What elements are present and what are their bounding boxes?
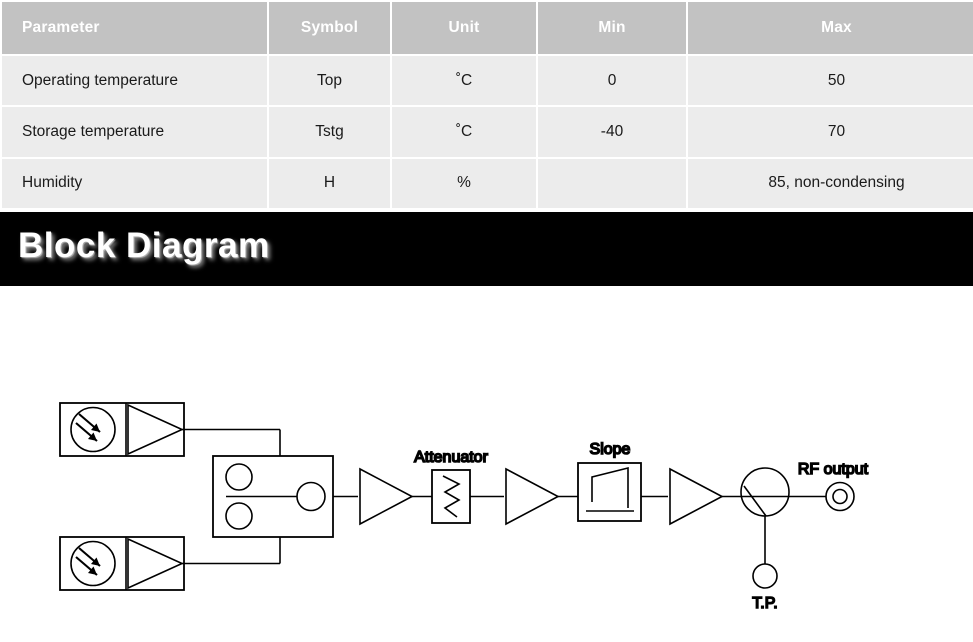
wire-upper-to-switch <box>182 428 281 456</box>
table-row: Storage temperature Tstg ˚C -40 70 <box>2 107 973 157</box>
attenuator-label: Attenuator <box>414 449 489 466</box>
block-diagram: Attenuator Slope RF output T.P. <box>0 286 973 642</box>
cell-min: -40 <box>538 107 686 157</box>
amplifier-3-icon <box>669 467 724 526</box>
connector-outer-circle-icon <box>825 481 855 512</box>
column-header-parameter: Parameter <box>2 2 267 54</box>
column-header-symbol: Symbol <box>269 2 390 54</box>
cell-unit: % <box>392 158 536 208</box>
table-row: Operating temperature Top ˚C 0 50 <box>2 56 973 106</box>
wire-lower-to-switch <box>182 537 281 565</box>
cell-parameter: Operating temperature <box>2 56 267 106</box>
slope-shape-icon <box>591 466 629 508</box>
connector-inner-circle-icon <box>832 488 848 505</box>
switch-contact-lower-icon <box>225 502 253 530</box>
column-header-max: Max <box>688 2 973 54</box>
block-diagram-svg: Attenuator Slope RF output T.P. <box>59 402 869 613</box>
switch-contact-upper-icon <box>225 463 253 491</box>
light-arrows-icon <box>75 413 101 442</box>
cell-min <box>538 158 686 208</box>
cell-unit: ˚C <box>392 107 536 157</box>
cell-parameter: Humidity <box>2 158 267 208</box>
photodetector-block-lower <box>59 536 185 591</box>
cell-symbol: H <box>269 158 390 208</box>
table-row: Humidity H % 85, non-condensing <box>2 158 973 208</box>
rf-output-connector <box>825 481 855 512</box>
amplifier-triangle-icon <box>127 403 184 456</box>
directional-coupler <box>740 467 790 517</box>
column-header-unit: Unit <box>392 2 536 54</box>
cell-parameter: Storage temperature <box>2 107 267 157</box>
cell-max: 50 <box>688 56 973 106</box>
cell-min: 0 <box>538 56 686 106</box>
table-header-row: Parameter Symbol Unit Min Max <box>2 2 973 54</box>
test-point-label: T.P. <box>752 595 778 612</box>
column-header-min: Min <box>538 2 686 54</box>
test-point-circle-icon <box>752 563 778 589</box>
resistor-zigzag-icon <box>442 475 461 518</box>
coupler-tap-line <box>743 485 767 517</box>
section-banner: Block Diagram <box>0 212 973 286</box>
amplifier-1-icon <box>359 467 414 526</box>
cell-unit: ˚C <box>392 56 536 106</box>
specifications-table: Parameter Symbol Unit Min Max Operating … <box>0 0 973 210</box>
page-title: Block Diagram <box>18 226 270 265</box>
switch-block <box>212 455 334 538</box>
photodetector-block-upper <box>59 402 185 457</box>
attenuator-block <box>431 469 471 524</box>
slope-block <box>577 462 642 522</box>
amplifier-triangle-icon <box>127 537 184 590</box>
amplifier-2-icon <box>505 467 560 526</box>
slope-label: Slope <box>590 441 631 458</box>
rf-output-label: RF output <box>798 461 869 478</box>
switch-common-contact-icon <box>296 481 326 512</box>
light-arrows-icon <box>75 547 101 576</box>
cell-symbol: Tstg <box>269 107 390 157</box>
cell-max: 85, non-condensing <box>688 158 973 208</box>
cell-symbol: Top <box>269 56 390 106</box>
cell-max: 70 <box>688 107 973 157</box>
